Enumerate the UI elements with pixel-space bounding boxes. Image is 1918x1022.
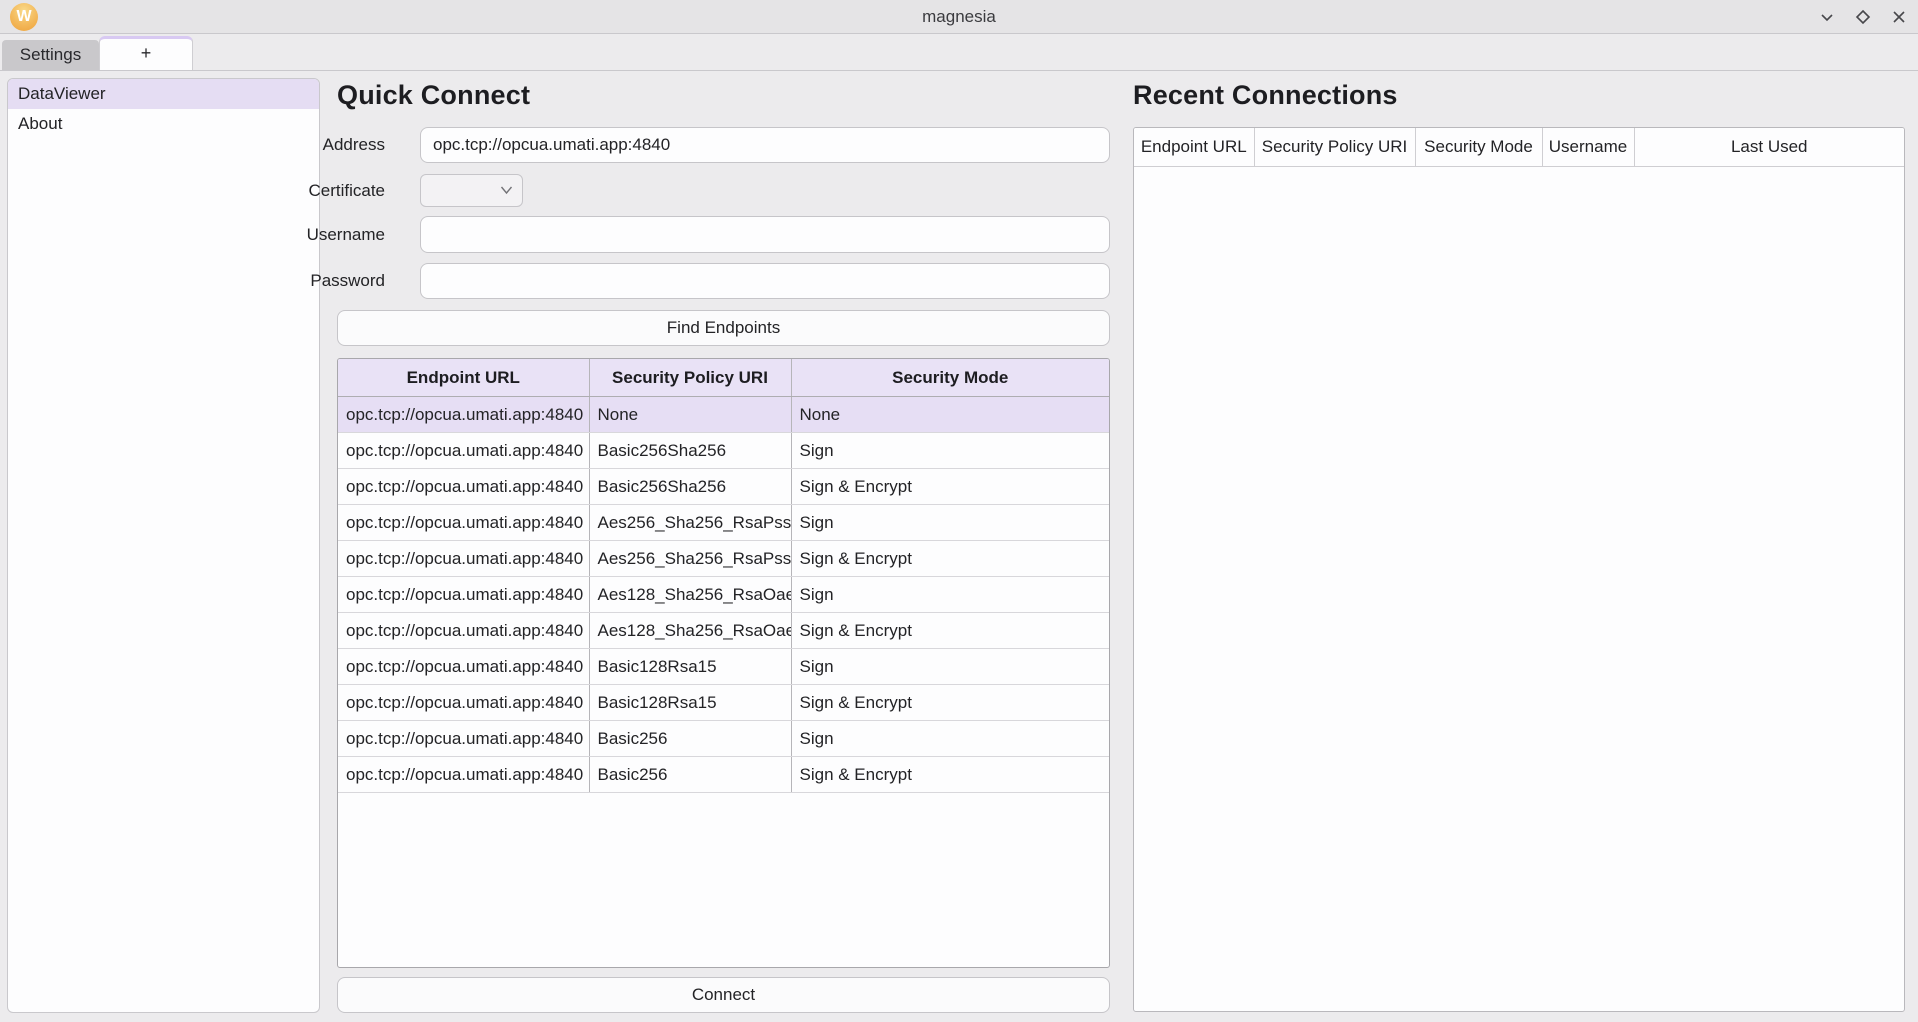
endpoints-header-row: Endpoint URL Security Policy URI Securit…	[338, 359, 1109, 397]
new-tab-button[interactable]: +	[99, 36, 193, 70]
table-cell[interactable]: Basic256	[589, 757, 791, 793]
table-row[interactable]: opc.tcp://opcua.umati.app:4840Basic256Sh…	[338, 469, 1109, 505]
table-cell[interactable]: opc.tcp://opcua.umati.app:4840	[338, 685, 589, 721]
table-cell[interactable]: None	[791, 397, 1109, 433]
table-cell[interactable]: Sign & Encrypt	[791, 469, 1109, 505]
table-row[interactable]: opc.tcp://opcua.umati.app:4840Aes128_Sha…	[338, 577, 1109, 613]
column-header-endpoint-url[interactable]: Endpoint URL	[338, 359, 589, 397]
table-cell[interactable]: opc.tcp://opcua.umati.app:4840	[338, 397, 589, 433]
tab-settings[interactable]: Settings	[2, 40, 99, 70]
window-title: magnesia	[0, 0, 1918, 33]
table-cell[interactable]: opc.tcp://opcua.umati.app:4840	[338, 469, 589, 505]
column-header-username[interactable]: Username	[1542, 128, 1634, 167]
table-row[interactable]: opc.tcp://opcua.umati.app:4840Basic256Si…	[338, 721, 1109, 757]
tabbar-divider	[0, 70, 1918, 71]
table-cell[interactable]: Aes128_Sha256_RsaOaep	[589, 577, 791, 613]
column-header-security-policy-uri[interactable]: Security Policy URI	[589, 359, 791, 397]
sidebar-item-dataviewer[interactable]: DataViewer	[8, 79, 319, 109]
table-cell[interactable]: Sign	[791, 721, 1109, 757]
column-header-security-policy-uri[interactable]: Security Policy URI	[1254, 128, 1415, 167]
password-label: Password	[260, 263, 385, 299]
table-cell[interactable]: Sign	[791, 505, 1109, 541]
table-cell[interactable]: Aes128_Sha256_RsaOaep	[589, 613, 791, 649]
address-label: Address	[260, 127, 385, 163]
column-header-security-mode[interactable]: Security Mode	[1415, 128, 1542, 167]
table-cell[interactable]: Basic128Rsa15	[589, 685, 791, 721]
address-input[interactable]	[420, 127, 1110, 163]
table-cell[interactable]: Aes256_Sha256_RsaPss	[589, 505, 791, 541]
certificate-label: Certificate	[260, 174, 385, 207]
table-cell[interactable]: Aes256_Sha256_RsaPss	[589, 541, 791, 577]
column-header-security-mode[interactable]: Security Mode	[791, 359, 1109, 397]
table-cell[interactable]: opc.tcp://opcua.umati.app:4840	[338, 433, 589, 469]
connect-button[interactable]: Connect	[337, 977, 1110, 1013]
table-cell[interactable]: Sign & Encrypt	[791, 685, 1109, 721]
table-cell[interactable]: Sign & Encrypt	[791, 541, 1109, 577]
table-cell[interactable]: Basic256Sha256	[589, 433, 791, 469]
recent-connections-panel: Endpoint URL Security Policy URI Securit…	[1133, 127, 1905, 1012]
table-row[interactable]: opc.tcp://opcua.umati.app:4840Aes256_Sha…	[338, 505, 1109, 541]
endpoints-table: Endpoint URL Security Policy URI Securit…	[338, 359, 1109, 793]
table-cell[interactable]: opc.tcp://opcua.umati.app:4840	[338, 541, 589, 577]
table-cell[interactable]: opc.tcp://opcua.umati.app:4840	[338, 577, 589, 613]
window-controls	[1816, 0, 1910, 33]
table-cell[interactable]: Sign & Encrypt	[791, 757, 1109, 793]
username-input[interactable]	[420, 216, 1110, 253]
maximize-icon[interactable]	[1852, 6, 1874, 28]
endpoints-table-panel: Endpoint URL Security Policy URI Securit…	[337, 358, 1110, 968]
quick-connect-title: Quick Connect	[337, 80, 530, 111]
table-cell[interactable]: Sign	[791, 649, 1109, 685]
table-row[interactable]: opc.tcp://opcua.umati.app:4840Basic128Rs…	[338, 685, 1109, 721]
username-label: Username	[260, 216, 385, 253]
minimize-icon[interactable]	[1816, 6, 1838, 28]
title-bar: W magnesia	[0, 0, 1918, 34]
table-cell[interactable]: opc.tcp://opcua.umati.app:4840	[338, 649, 589, 685]
table-cell[interactable]: Sign	[791, 433, 1109, 469]
column-header-endpoint-url[interactable]: Endpoint URL	[1134, 128, 1254, 167]
table-cell[interactable]: Basic256	[589, 721, 791, 757]
table-cell[interactable]: Basic256Sha256	[589, 469, 791, 505]
close-icon[interactable]	[1888, 6, 1910, 28]
table-cell[interactable]: Sign	[791, 577, 1109, 613]
table-cell[interactable]: opc.tcp://opcua.umati.app:4840	[338, 505, 589, 541]
table-row[interactable]: opc.tcp://opcua.umati.app:4840Basic128Rs…	[338, 649, 1109, 685]
find-endpoints-button[interactable]: Find Endpoints	[337, 310, 1110, 346]
table-cell[interactable]: None	[589, 397, 791, 433]
table-cell[interactable]: opc.tcp://opcua.umati.app:4840	[338, 721, 589, 757]
table-row[interactable]: opc.tcp://opcua.umati.app:4840NoneNone	[338, 397, 1109, 433]
recent-connections-title: Recent Connections	[1133, 80, 1398, 111]
table-cell[interactable]: opc.tcp://opcua.umati.app:4840	[338, 757, 589, 793]
table-cell[interactable]: Basic128Rsa15	[589, 649, 791, 685]
table-row[interactable]: opc.tcp://opcua.umati.app:4840Basic256Sh…	[338, 433, 1109, 469]
table-row[interactable]: opc.tcp://opcua.umati.app:4840Aes256_Sha…	[338, 541, 1109, 577]
password-input[interactable]	[420, 263, 1110, 299]
recent-header-row: Endpoint URL Security Policy URI Securit…	[1134, 128, 1904, 167]
table-row[interactable]: opc.tcp://opcua.umati.app:4840Aes128_Sha…	[338, 613, 1109, 649]
table-cell[interactable]: Sign & Encrypt	[791, 613, 1109, 649]
chevron-down-icon	[500, 185, 513, 195]
column-header-last-used[interactable]: Last Used	[1634, 128, 1904, 167]
recent-connections-table: Endpoint URL Security Policy URI Securit…	[1134, 128, 1904, 167]
table-cell[interactable]: opc.tcp://opcua.umati.app:4840	[338, 613, 589, 649]
certificate-dropdown[interactable]	[420, 174, 523, 207]
table-row[interactable]: opc.tcp://opcua.umati.app:4840Basic256Si…	[338, 757, 1109, 793]
